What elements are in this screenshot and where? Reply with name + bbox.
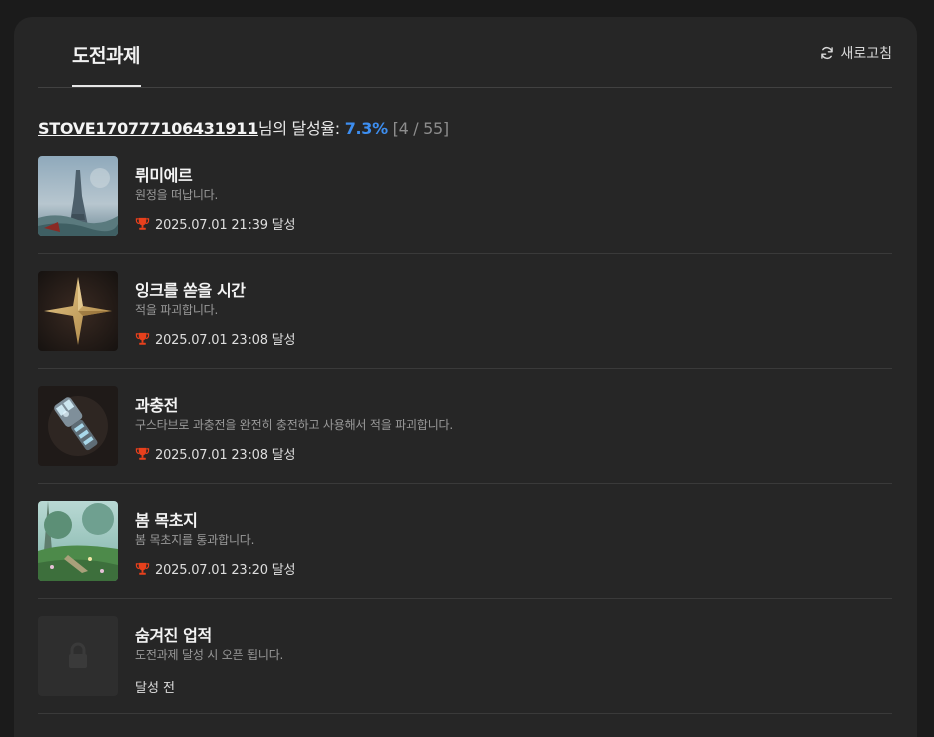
achievement-title: 뤼미에르 [135,166,193,185]
achievement-description: 적을 파괴합니다. [135,303,219,317]
achievement-title: 숨겨진 업적 [135,626,212,645]
achievement-date-text: 2025.07.01 21:39 달성 [155,218,296,233]
lock-icon [65,642,91,670]
achievement-date-text: 2025.07.01 23:20 달성 [155,563,296,578]
achievement-date-text: 2025.07.01 23:08 달성 [155,333,296,348]
summary-suffix: 님의 달성율: [257,119,345,138]
achievement-rate: 7.3% [344,119,388,138]
gauntlet-icon [38,386,118,466]
tower-landscape-icon [38,156,118,236]
achievement-count: [4 / 55] [387,119,450,138]
achievement-description: 구스타브로 과충전을 완전히 충전하고 사용해서 적을 파괴합니다. [135,418,453,432]
achievement-title: 봄 목초지 [135,511,198,530]
achievement-status: 달성 전 [135,681,176,696]
star-icon [38,271,118,351]
achievement-date: 2025.07.01 23:08 달성 [135,444,295,463]
refresh-button[interactable]: 새로고침 [820,43,892,63]
achievement-item-locked[interactable]: 숨겨진 업적 도전과제 달성 시 오픈 됩니다. 달성 전 [38,599,892,714]
achievement-title: 과충전 [135,396,178,415]
trophy-icon [135,332,150,346]
panel-header: 도전과제 새로고침 [38,17,892,88]
tab-achievements[interactable]: 도전과제 [72,41,140,68]
refresh-label: 새로고침 [840,46,892,62]
user-name-link[interactable]: STOVE170777106431911 [38,119,258,138]
achievement-date-text: 2025.07.01 23:08 달성 [155,448,296,463]
achievement-date: 2025.07.01 23:08 달성 [135,329,295,348]
achievement-item[interactable]: 뤼미에르 원정을 떠납니다. 2025.07.01 21:39 달성 [38,139,892,254]
achievement-title: 잉크를 쏟을 시간 [135,281,246,300]
achievement-summary: STOVE170777106431911님의 달성율: 7.3% [4 / 55… [38,115,449,139]
trophy-icon [135,217,150,231]
achievement-date: 2025.07.01 23:20 달성 [135,559,295,578]
achievement-item[interactable]: 잉크를 쏟을 시간 적을 파괴합니다. 2025.07.01 23:08 달성 [38,254,892,369]
trophy-icon [135,447,150,461]
achievement-list: 뤼미에르 원정을 떠납니다. 2025.07.01 21:39 달성 잉크를 쏟… [38,139,892,714]
locked-thumbnail [38,616,118,696]
refresh-icon [820,46,834,60]
achievement-description: 도전과제 달성 시 오픈 됩니다. [135,648,284,662]
achievement-date: 2025.07.01 21:39 달성 [135,214,295,233]
meadow-landscape-icon [38,501,118,581]
achievement-item[interactable]: 과충전 구스타브로 과충전을 완전히 충전하고 사용해서 적을 파괴합니다. 2… [38,369,892,484]
achievement-item[interactable]: 봄 목초지 봄 목초지를 통과합니다. 2025.07.01 23:20 달성 [38,484,892,599]
tab-active-indicator [72,85,141,87]
achievements-panel: 도전과제 새로고침 STOVE170777106431911님의 달성율: 7.… [14,17,917,737]
achievement-description: 봄 목초지를 통과합니다. [135,533,255,547]
trophy-icon [135,562,150,576]
achievement-description: 원정을 떠납니다. [135,188,219,202]
